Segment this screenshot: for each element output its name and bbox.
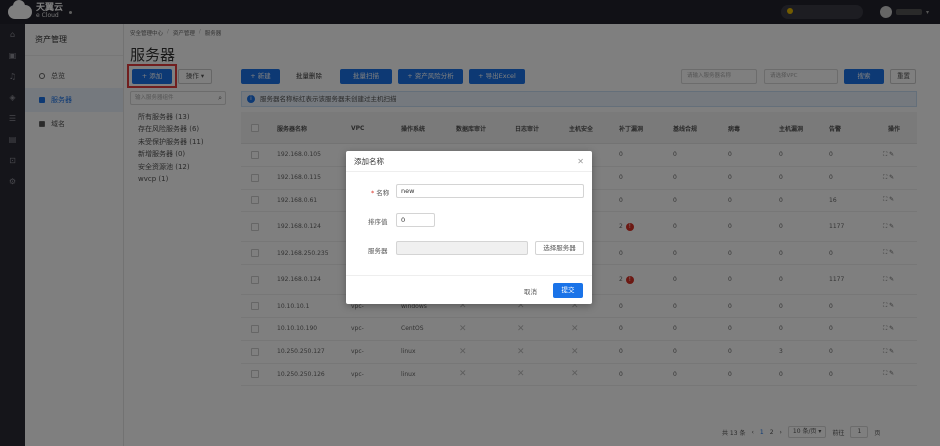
sort-input[interactable]: 0 <box>396 213 435 227</box>
dialog-title: 添加名称 <box>354 157 384 166</box>
close-icon[interactable]: ✕ <box>577 151 584 172</box>
dialog-divider <box>346 275 592 276</box>
name-label: * 名称 <box>371 189 390 197</box>
add-name-dialog: 添加名称 ✕ * 名称 new 排序值 0 服务器 选择服务器 取消 提交 <box>346 151 592 304</box>
cancel-button[interactable]: 取消 <box>524 286 537 296</box>
server-label: 服务器 <box>368 247 388 255</box>
select-server-button[interactable]: 选择服务器 <box>535 241 584 255</box>
server-input <box>396 241 528 255</box>
dialog-header: 添加名称 ✕ <box>346 151 592 172</box>
sort-label: 排序值 <box>368 218 388 226</box>
submit-button[interactable]: 提交 <box>553 283 583 298</box>
name-input[interactable]: new <box>396 184 584 198</box>
